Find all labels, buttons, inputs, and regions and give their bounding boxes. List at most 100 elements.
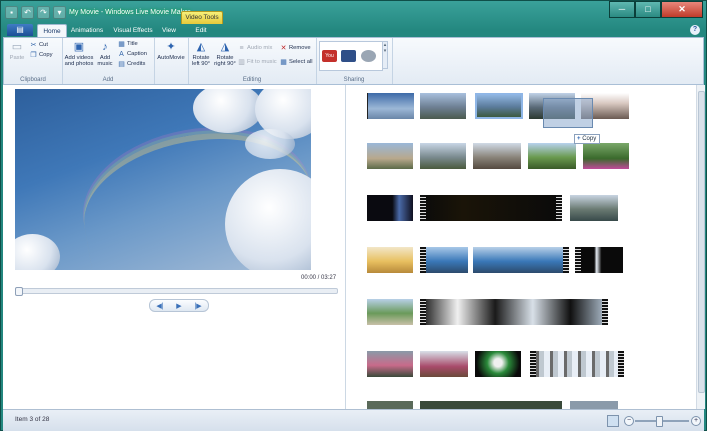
- select-all-button[interactable]: ▦ Select all: [280, 58, 313, 66]
- rotate-right-label-2: right 90°: [214, 61, 236, 67]
- add-group: ▣ Add videos and photos ♪ Add music ▦ Tit…: [62, 38, 155, 84]
- tab-animations[interactable]: Animations: [67, 24, 107, 37]
- storyboard-scrollbar[interactable]: [696, 85, 705, 409]
- select-all-label: Select all: [289, 59, 313, 65]
- youtube-icon[interactable]: You Tube: [322, 50, 337, 71]
- seek-handle[interactable]: [15, 287, 23, 296]
- title-button[interactable]: ▦ Title: [118, 40, 138, 48]
- video-clip[interactable]: [575, 247, 623, 273]
- copy-tooltip: + Copy: [574, 134, 601, 144]
- sharing-gallery-scroll[interactable]: ▴ ▾: [382, 41, 388, 69]
- clip-thumbnail[interactable]: [420, 143, 466, 169]
- audio-mix-icon: ≡: [239, 45, 244, 52]
- burn-dvd-icon[interactable]: [361, 50, 376, 62]
- add-videos-button[interactable]: ▣ Add videos and photos: [64, 41, 94, 67]
- clip-thumbnail[interactable]: [583, 143, 629, 169]
- video-clip[interactable]: [473, 247, 569, 273]
- video-clip-strip[interactable]: [530, 351, 624, 377]
- clip-thumbnail[interactable]: [528, 143, 576, 169]
- status-text: Item 3 of 28: [15, 416, 50, 423]
- undo-icon[interactable]: ↶: [21, 5, 34, 19]
- video-clip-strip[interactable]: [420, 195, 562, 221]
- help-icon[interactable]: ?: [690, 25, 700, 35]
- cut-button[interactable]: ✂ Cut: [30, 41, 48, 49]
- rotate-left-button[interactable]: ◭ Rotate left 90°: [190, 41, 212, 67]
- close-button[interactable]: ✕: [661, 1, 703, 18]
- paste-button[interactable]: ▭ Paste: [8, 41, 26, 61]
- redo-icon[interactable]: ↷: [37, 5, 50, 19]
- clip-thumbnail[interactable]: [367, 143, 413, 169]
- zoom-in-icon[interactable]: +: [691, 416, 701, 426]
- clip-thumbnail-selected[interactable]: [475, 93, 523, 119]
- add-music-button[interactable]: ♪ Add music: [95, 41, 115, 67]
- clip-thumbnail[interactable]: [367, 93, 414, 119]
- video-clip[interactable]: [420, 351, 468, 377]
- copy-button[interactable]: ❐ Copy: [30, 51, 52, 59]
- automovie-button[interactable]: ✦ AutoMovie: [155, 41, 187, 61]
- video-share-icon[interactable]: [341, 50, 356, 62]
- thumbnail-size-icon[interactable]: [607, 415, 619, 427]
- title-label: Title: [127, 41, 138, 47]
- editing-group-label: Editing: [242, 77, 262, 83]
- credits-button[interactable]: ▤ Credits: [118, 60, 145, 68]
- audio-mix-button[interactable]: ≡ Audio mix: [238, 44, 272, 52]
- rotate-right-button[interactable]: ◮ Rotate right 90°: [213, 41, 237, 67]
- caption-button[interactable]: A Caption: [118, 50, 147, 58]
- previous-frame-icon[interactable]: ◀|: [156, 302, 163, 310]
- time-display: 00:00 / 03:27: [301, 275, 337, 281]
- clip-thumbnail[interactable]: [367, 247, 413, 273]
- fit-to-music-label: Fit to music: [247, 59, 277, 65]
- seek-bar[interactable]: [15, 287, 338, 296]
- save-icon[interactable]: ▪: [5, 5, 18, 19]
- minimize-button[interactable]: ─: [609, 1, 635, 18]
- clip-thumbnail[interactable]: [367, 351, 413, 377]
- music-note-icon: ♪: [102, 41, 108, 53]
- cloud-graphic: [193, 89, 263, 133]
- credits-label: Credits: [127, 61, 146, 67]
- drag-ghost: [543, 98, 593, 128]
- application-menu-button[interactable]: ▤: [7, 24, 33, 36]
- status-bar: Item 3 of 28 − +: [3, 409, 704, 431]
- video-clip[interactable]: [420, 247, 468, 273]
- tab-edit[interactable]: Edit: [189, 24, 213, 37]
- customize-qat-icon[interactable]: ▾: [53, 5, 66, 19]
- select-all-icon: ▦: [280, 59, 287, 66]
- tab-home[interactable]: Home: [37, 24, 67, 38]
- video-clip-strip[interactable]: [420, 401, 562, 409]
- fit-to-music-icon: ▥: [238, 59, 245, 66]
- maximize-button[interactable]: □: [635, 1, 661, 18]
- zoom-slider-handle[interactable]: [656, 416, 664, 427]
- clip-thumbnail[interactable]: [420, 93, 466, 119]
- clip-thumbnail[interactable]: [367, 195, 413, 221]
- video-clip-strip[interactable]: [420, 299, 608, 325]
- caption-label: Caption: [127, 51, 147, 57]
- video-preview[interactable]: [15, 89, 311, 270]
- copy-tooltip-label: Copy: [582, 136, 597, 142]
- clip-thumbnail[interactable]: [570, 401, 618, 409]
- film-edge: [556, 195, 562, 221]
- title-icon: ▦: [118, 41, 125, 48]
- fit-to-music-button[interactable]: ▥ Fit to music: [238, 58, 277, 66]
- sharing-group: You Tube ▴ ▾ Sharing: [316, 38, 393, 84]
- scrollbar-thumb[interactable]: [698, 91, 705, 393]
- clip-thumbnail[interactable]: [473, 143, 521, 169]
- cloud-graphic: [245, 129, 295, 159]
- clip-thumbnail[interactable]: [367, 401, 413, 409]
- remove-button[interactable]: ✕ Remove: [280, 44, 311, 52]
- tab-visual-effects[interactable]: Visual Effects: [109, 24, 157, 37]
- tab-view[interactable]: View: [157, 24, 181, 37]
- video-clip[interactable]: [475, 351, 521, 377]
- film-edge: [420, 195, 426, 221]
- film-edge: [618, 351, 624, 377]
- play-icon[interactable]: ▶: [176, 302, 181, 310]
- caption-icon: A: [119, 51, 124, 58]
- remove-x-icon: ✕: [280, 45, 287, 52]
- preview-pane: 00:00 / 03:27 ◀| ▶ |▶: [3, 85, 346, 409]
- next-frame-icon[interactable]: |▶: [194, 302, 201, 310]
- audio-mix-label: Audio mix: [247, 45, 273, 51]
- zoom-out-icon[interactable]: −: [624, 416, 634, 426]
- clip-thumbnail[interactable]: [570, 195, 618, 221]
- clip-thumbnail[interactable]: [367, 299, 413, 325]
- editing-group: ◭ Rotate left 90° ◮ Rotate right 90° ≡ Au…: [188, 38, 317, 84]
- quick-access-toolbar: ▪ ↶ ↷ ▾: [5, 5, 66, 19]
